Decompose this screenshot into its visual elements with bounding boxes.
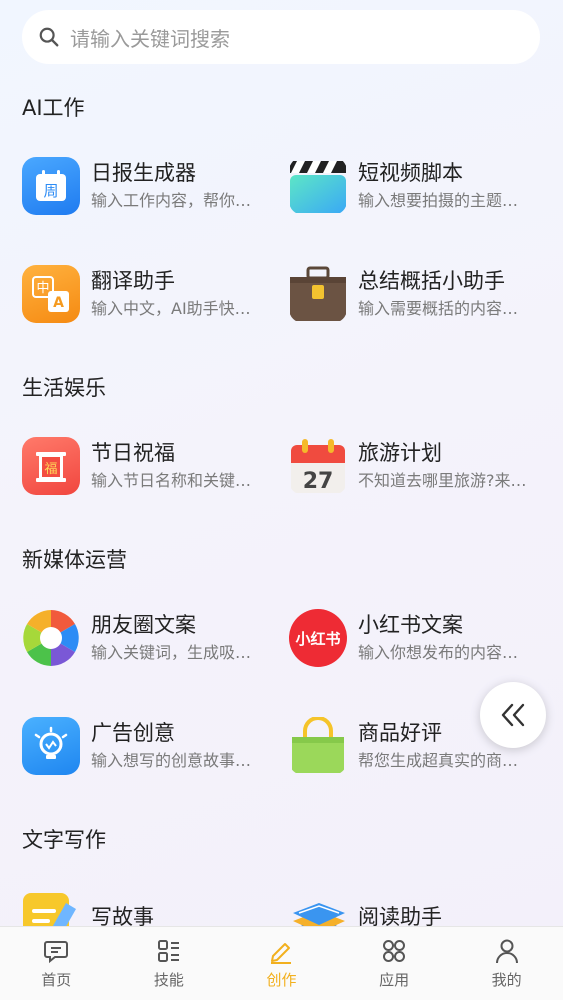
tab-profile[interactable]: 我的 [450, 927, 563, 1000]
tab-label: 我的 [491, 970, 522, 989]
aperture-icon [22, 609, 80, 667]
tab-label: 创作 [266, 970, 297, 989]
edit-pen-icon [271, 942, 292, 964]
tool-title: 旅游计划 [358, 441, 442, 465]
tool-title: 小红书文案 [358, 613, 463, 637]
svg-text:周: 周 [43, 182, 58, 200]
tool-desc: 帮您生成超真实的商… [358, 751, 519, 770]
shopping-bag-icon [289, 717, 347, 775]
apps-grid-icon [383, 939, 406, 962]
search-bar[interactable]: 请输入关键词搜索 [22, 10, 540, 64]
tool-desc: 不知道去哪里旅游?来… [358, 471, 527, 490]
section-title-writing: 文字写作 [22, 828, 106, 852]
tool-card-daily-report[interactable]: 周 日报生成器 输入工作内容，帮你… [22, 154, 284, 218]
tool-card-short-video-script[interactable]: 短视频脚本 输入想要拍摄的主题… [289, 154, 551, 218]
tool-card-translate[interactable]: 中 A 翻译助手 输入中文，AI助手快… [22, 262, 284, 326]
tool-card-xiaohongshu-copy[interactable]: 小红书 小红书文案 输入你想发布的内容… [289, 606, 551, 670]
tool-desc: 输入需要概括的内容… [358, 299, 519, 318]
tab-apps[interactable]: 应用 [338, 927, 451, 1000]
tool-desc: 输入中文，AI助手快… [91, 299, 251, 318]
tool-desc: 输入节日名称和关键… [91, 471, 252, 490]
section-title-life: 生活娱乐 [22, 376, 106, 400]
collapse-button[interactable] [480, 682, 546, 748]
tab-home[interactable]: 首页 [0, 927, 113, 1000]
tab-label: 技能 [153, 970, 184, 989]
tool-title: 广告创意 [91, 721, 175, 745]
tool-card-summary[interactable]: 总结概括小助手 输入需要概括的内容… [289, 262, 551, 326]
search-icon [39, 27, 59, 47]
section-title-new-media: 新媒体运营 [22, 548, 127, 572]
tool-title: 翻译助手 [91, 269, 175, 293]
tab-create[interactable]: 创作 [225, 927, 338, 1000]
tool-card-ad-creative[interactable]: 广告创意 输入想写的创意故事… [22, 714, 284, 778]
svg-text:27: 27 [303, 469, 334, 494]
tool-title: 日报生成器 [91, 161, 196, 185]
calendar-week-icon: 周 [22, 157, 80, 215]
tool-title: 朋友圈文案 [91, 613, 196, 637]
tool-desc: 输入关键词，生成吸… [91, 643, 252, 662]
xiaohongshu-logo-icon: 小红书 [289, 609, 347, 667]
person-icon [495, 939, 518, 963]
tool-desc: 输入想写的创意故事… [91, 751, 252, 770]
lightbulb-idea-icon [22, 717, 80, 775]
clapperboard-icon [289, 157, 347, 215]
tool-desc: 输入工作内容，帮你… [91, 191, 252, 210]
svg-text:A: A [53, 295, 64, 311]
double-chevron-left-icon [501, 703, 525, 727]
tool-title: 节日祝福 [91, 441, 175, 465]
tool-card-holiday-blessing[interactable]: 福 节日祝福 输入节日名称和关键… [22, 434, 284, 498]
tab-label: 应用 [379, 970, 410, 989]
chat-bubble-icon [44, 940, 69, 963]
calendar-27-icon: 27 [289, 437, 347, 495]
tab-label: 首页 [41, 970, 72, 989]
tool-desc: 输入你想发布的内容… [358, 643, 519, 662]
tool-title: 总结概括小助手 [358, 269, 505, 293]
tool-card-moments-copy[interactable]: 朋友圈文案 输入关键词，生成吸… [22, 606, 284, 670]
svg-text:中: 中 [36, 281, 49, 296]
briefcase-icon [289, 265, 347, 323]
skills-list-icon [157, 939, 179, 962]
tab-skills[interactable]: 技能 [113, 927, 226, 1000]
blessing-scroll-icon: 福 [22, 437, 80, 495]
bottom-tab-bar: 首页 技能 创作 应用 我的 [0, 926, 563, 1000]
search-placeholder: 请输入关键词搜索 [70, 26, 230, 51]
tool-card-travel-plan[interactable]: 27 旅游计划 不知道去哪里旅游?来… [289, 434, 551, 498]
svg-text:福: 福 [44, 462, 57, 477]
tool-desc: 输入想要拍摄的主题… [358, 191, 519, 210]
translate-icon: 中 A [22, 265, 80, 323]
svg-text:小红书: 小红书 [295, 630, 340, 648]
section-title-ai-work: AI工作 [22, 96, 85, 120]
tool-title: 短视频脚本 [358, 161, 463, 185]
